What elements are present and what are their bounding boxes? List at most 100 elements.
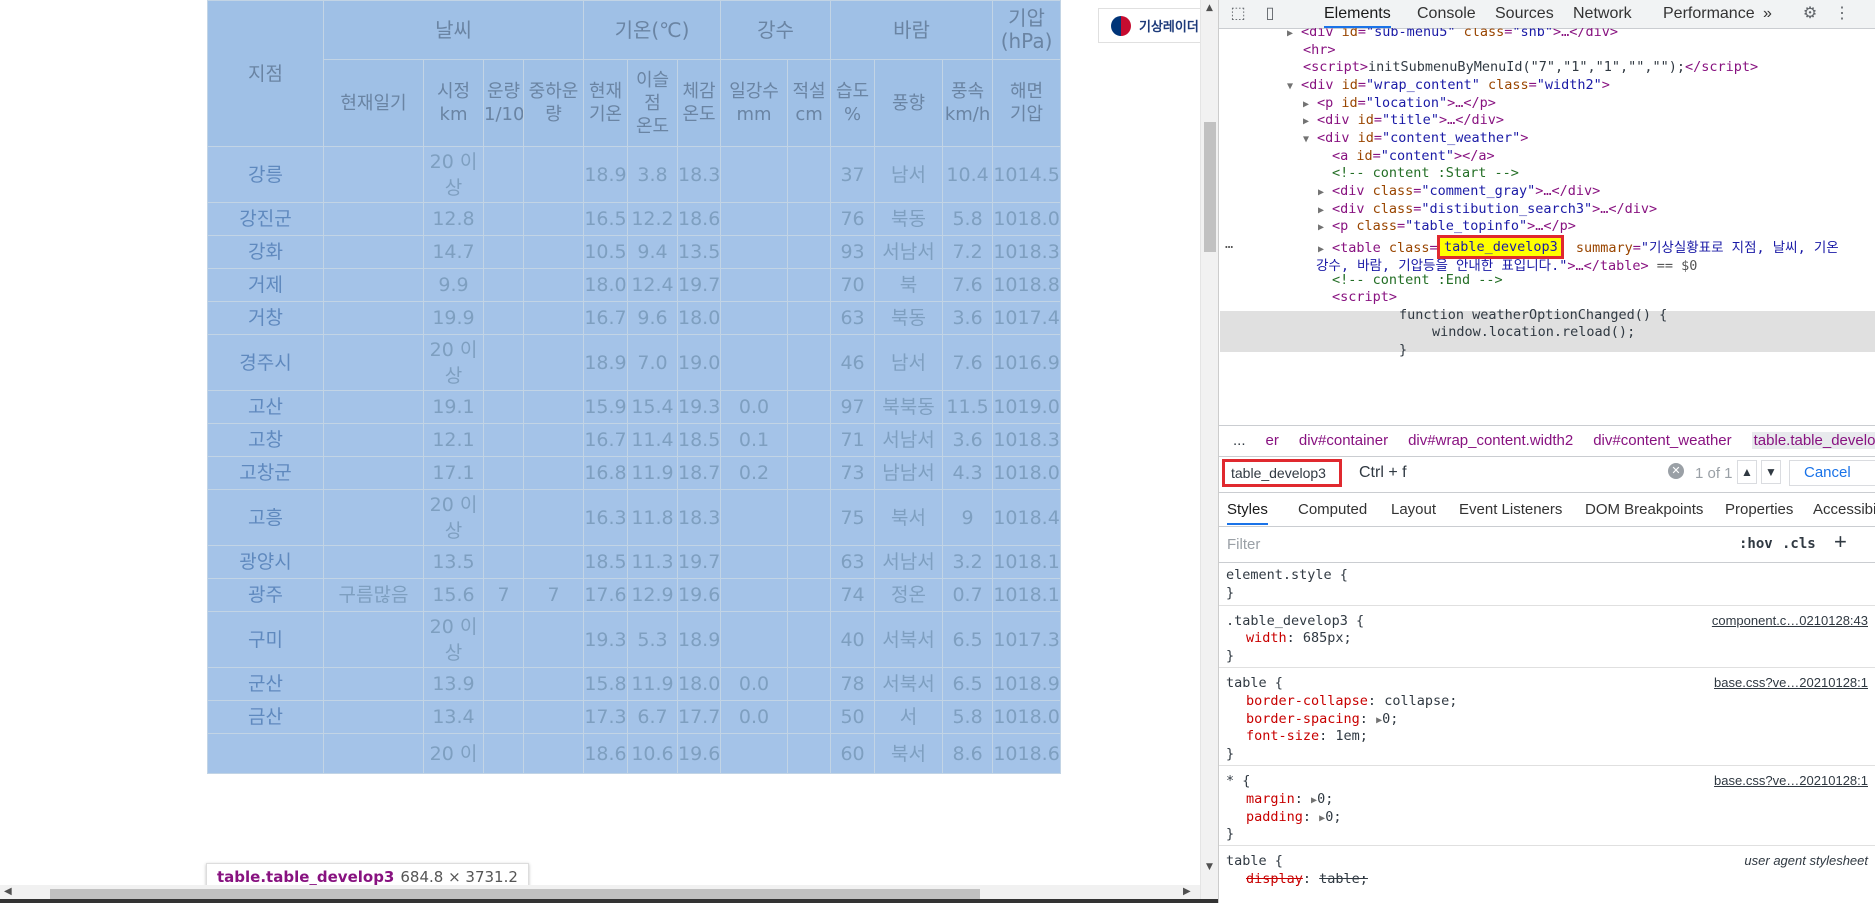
tab-layout[interactable]: Layout <box>1391 501 1436 518</box>
station-link[interactable]: 거제 <box>207 268 324 302</box>
scroll-right-arrow-icon[interactable]: ▶ <box>1183 886 1191 897</box>
more-options-icon[interactable]: ⋮ <box>1831 3 1853 23</box>
search-match-highlight: table_develop3 <box>1437 235 1564 259</box>
tab-styles[interactable]: Styles <box>1227 501 1268 525</box>
station-link[interactable]: 거창 <box>207 301 324 335</box>
tab-performance[interactable]: Performance <box>1663 5 1755 23</box>
tab-dom-breakpoints[interactable]: DOM Breakpoints <box>1585 501 1703 518</box>
station-link[interactable]: 광양시 <box>207 545 324 579</box>
tab-sources[interactable]: Sources <box>1495 5 1554 23</box>
station-link[interactable]: 고산 <box>207 390 324 424</box>
table-cell <box>323 700 424 734</box>
station-link[interactable]: 고창 <box>207 423 324 457</box>
rule-source-link[interactable]: component.c…0210128:43 <box>1712 613 1868 628</box>
table-cell: 남남서 <box>874 456 944 490</box>
station-link[interactable]: 군산 <box>207 667 324 701</box>
table-row: 고흥 20 이 상 16.3 11.8 18.3 75 북서 9 1018.4 <box>207 489 1062 546</box>
breadcrumb-item[interactable]: er <box>1266 432 1279 449</box>
previous-match-icon[interactable]: ▲ <box>1737 460 1757 484</box>
scroll-thumb[interactable] <box>1204 122 1216 252</box>
devtools-panel: ⬚ ▯ Elements Console Sources Network Per… <box>1218 0 1875 903</box>
styles-filter-input[interactable]: Filter <box>1227 536 1260 553</box>
table-cell <box>523 700 584 734</box>
tab-console[interactable]: Console <box>1417 5 1476 23</box>
table-cell: 5.8 <box>942 202 994 236</box>
dom-tree[interactable]: ▶ <div id="sub-menu5" class="snb">…</div>… <box>1219 28 1875 424</box>
scroll-down-arrow-icon[interactable]: ▼ <box>1206 862 1213 872</box>
station-link[interactable]: 구미 <box>207 611 324 668</box>
station-link[interactable]: 고흥 <box>207 489 324 546</box>
station-link[interactable]: 광주 <box>207 578 324 612</box>
inspect-element-icon[interactable]: ⬚ <box>1227 3 1249 23</box>
add-rule-icon[interactable]: + <box>1834 529 1847 555</box>
breadcrumb-overflow[interactable]: ... <box>1233 432 1246 449</box>
clear-search-icon[interactable]: ✕ <box>1668 463 1684 479</box>
tab-properties[interactable]: Properties <box>1725 501 1793 518</box>
table-cell: 16.7 <box>583 301 628 335</box>
table-cell: 서남서 <box>874 545 944 579</box>
tab-accessibility[interactable]: Accessibility <box>1813 501 1875 518</box>
scroll-up-arrow-icon[interactable]: ▲ <box>1206 3 1213 13</box>
table-cell: 18.3 <box>676 146 722 203</box>
table-cell <box>787 667 832 701</box>
table-cell: 북서 <box>874 733 944 774</box>
table-cell <box>787 146 832 203</box>
station-link[interactable]: 경주시 <box>207 334 324 391</box>
table-cell <box>483 146 524 203</box>
table-cell: 15.6 <box>423 578 484 612</box>
table-cell <box>483 545 524 579</box>
device-toolbar-icon[interactable]: ▯ <box>1259 3 1281 23</box>
table-row: 금산 13.4 17.3 6.7 17.7 0.0 50 서 5.8 1018.0 <box>207 700 1062 734</box>
table-cell: 74 <box>830 578 876 612</box>
station-link[interactable]: 금산 <box>207 700 324 734</box>
rule-source-link[interactable]: base.css?ve…20210128:1 <box>1714 675 1868 690</box>
more-tabs-button[interactable]: » <box>1763 5 1772 23</box>
breadcrumb-item[interactable]: div#wrap_content.width2 <box>1408 432 1573 449</box>
table-cell: 7 <box>523 578 584 612</box>
tab-elements[interactable]: Elements <box>1324 5 1391 28</box>
style-rules[interactable]: element.style { } .table_develop3 { comp… <box>1219 563 1875 903</box>
cls-toggle[interactable]: .cls <box>1782 536 1816 552</box>
table-cell: 1017.3 <box>992 611 1062 668</box>
breadcrumb-item-selected[interactable]: table.table_develop3 <box>1751 432 1875 449</box>
scroll-left-arrow-icon[interactable]: ◀ <box>4 886 12 897</box>
find-input[interactable]: table_develop3 <box>1222 459 1342 487</box>
tab-computed[interactable]: Computed <box>1298 501 1367 518</box>
hscroll-thumb[interactable] <box>50 889 980 899</box>
table-cell: 19.1 <box>423 390 484 424</box>
table-cell <box>323 456 424 490</box>
table-cell: 17.7 <box>676 700 722 734</box>
table-cell <box>483 235 524 269</box>
settings-gear-icon[interactable]: ⚙ <box>1799 3 1821 23</box>
table-cell: 1014.5 <box>992 146 1062 203</box>
next-match-icon[interactable]: ▼ <box>1761 460 1781 484</box>
station-link[interactable]: 고창군 <box>207 456 324 490</box>
rule-source-link[interactable]: base.css?ve…20210128:1 <box>1714 773 1868 788</box>
station-link[interactable]: 강진군 <box>207 202 324 236</box>
table-cell: 1019.0 <box>992 390 1062 424</box>
column-header: 시정 km <box>423 59 484 147</box>
table-cell: 0.2 <box>720 456 789 490</box>
breadcrumb-item[interactable]: div#content_weather <box>1593 432 1731 449</box>
table-cell: 7 <box>483 578 524 612</box>
table-cell: 5.3 <box>627 611 678 668</box>
station-link[interactable]: 강릉 <box>207 146 324 203</box>
table-cell <box>483 423 524 457</box>
table-row: 강진군 12.8 16.5 12.2 18.6 76 북동 5.8 1018.0 <box>207 202 1062 236</box>
page-vertical-scrollbar[interactable]: ▲ ▼ <box>1200 0 1219 903</box>
station-link[interactable]: 강화 <box>207 235 324 269</box>
table-cell: 37 <box>830 146 876 203</box>
hov-toggle[interactable]: :hov <box>1739 536 1773 552</box>
breadcrumb-item[interactable]: div#container <box>1299 432 1388 449</box>
tooltip-dims: 684.8 × 3731.2 <box>400 868 518 886</box>
table-cell: 18.5 <box>583 545 628 579</box>
table-cell: 12.4 <box>627 268 678 302</box>
tab-network[interactable]: Network <box>1573 5 1632 23</box>
breadcrumb: ... er div#container div#wrap_content.width… <box>1219 425 1875 457</box>
table-cell: 15.9 <box>583 390 628 424</box>
cancel-button[interactable]: Cancel <box>1789 460 1875 486</box>
station-link[interactable] <box>207 733 324 774</box>
tab-event-listeners[interactable]: Event Listeners <box>1459 501 1562 518</box>
table-cell: 20 이 <box>423 733 484 774</box>
table-cell: 0.0 <box>720 667 789 701</box>
